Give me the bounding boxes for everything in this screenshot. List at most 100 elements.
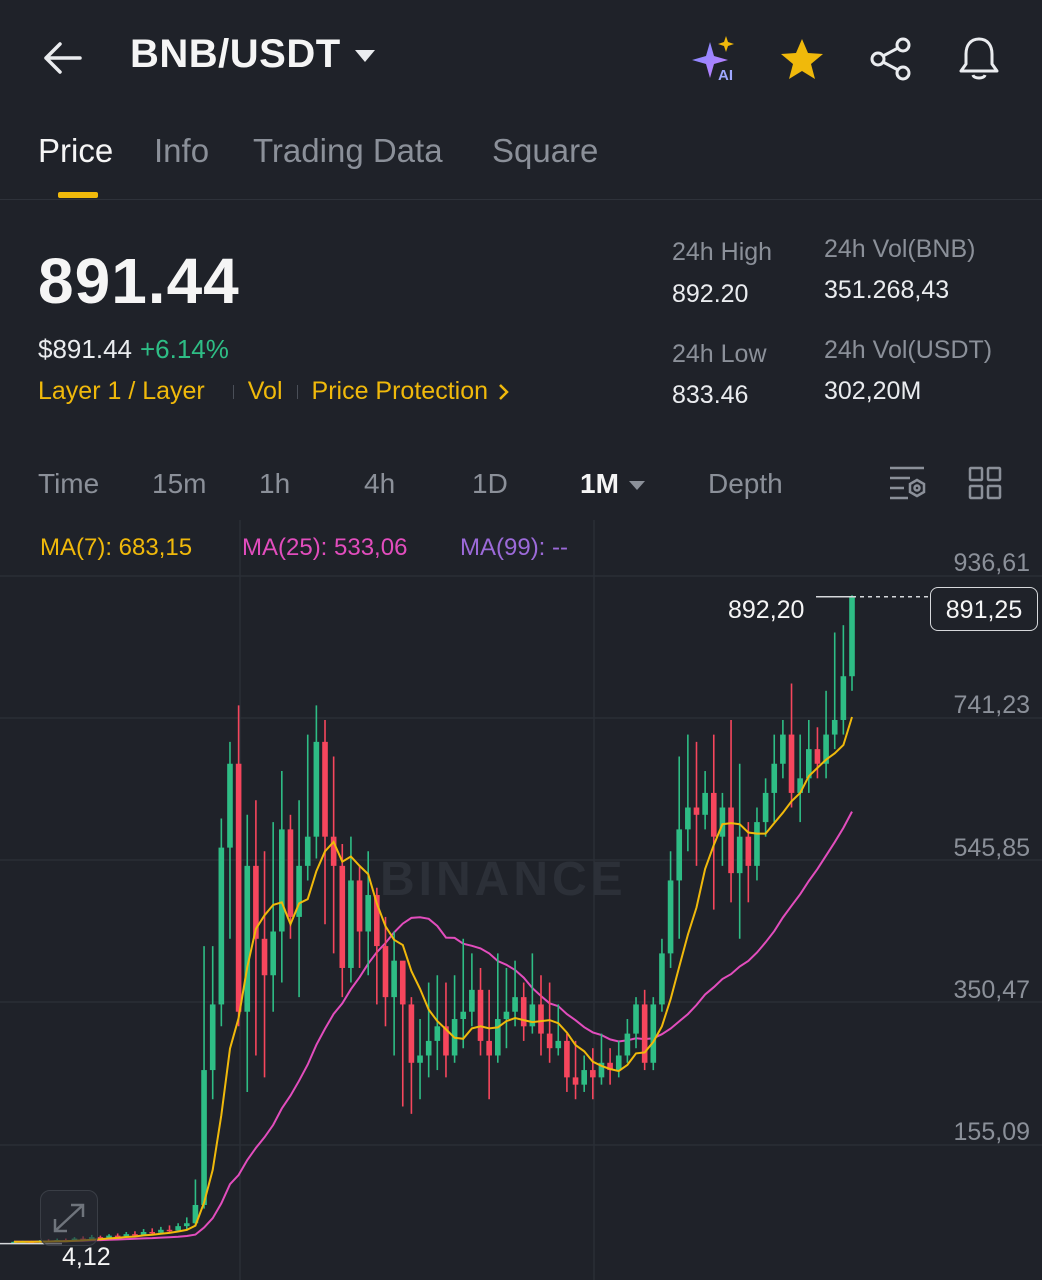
candle-body bbox=[365, 895, 372, 932]
tab-square[interactable]: Square bbox=[492, 132, 598, 170]
candle-body bbox=[641, 1004, 648, 1063]
stat-vol-usdt-value: 302,20M bbox=[824, 377, 922, 405]
candle-body bbox=[754, 822, 760, 866]
high-price-marker: 892,20 bbox=[728, 596, 805, 624]
candle-body bbox=[486, 1040, 492, 1056]
share-icon[interactable] bbox=[868, 36, 914, 82]
candle-body bbox=[840, 676, 847, 720]
candle-body bbox=[572, 1077, 579, 1085]
candle-body bbox=[166, 1229, 173, 1232]
candle-body bbox=[710, 792, 717, 837]
stat-high-value: 892.20 bbox=[672, 280, 749, 308]
tab-trading-data[interactable]: Trading Data bbox=[253, 132, 443, 170]
pair-selector[interactable]: BNB/USDT bbox=[130, 32, 375, 77]
interval-1m: 1M bbox=[580, 468, 619, 499]
candle-body bbox=[227, 763, 233, 848]
y-axis-label: 350,47 bbox=[953, 976, 1030, 1004]
candle-body bbox=[728, 807, 734, 874]
candle-body bbox=[503, 1011, 510, 1020]
candle-body bbox=[520, 997, 527, 1027]
candle-body bbox=[702, 792, 708, 815]
interval-time[interactable]: Time bbox=[38, 468, 99, 500]
candle-body bbox=[417, 1055, 423, 1063]
candle-body bbox=[279, 829, 285, 932]
interval-1h[interactable]: 1h bbox=[259, 468, 290, 500]
candle-body bbox=[676, 829, 683, 881]
candle-body bbox=[849, 596, 855, 677]
candle-body bbox=[460, 1011, 467, 1020]
candle-body bbox=[745, 836, 752, 866]
ma7-legend: MA(7): 683,15 bbox=[40, 534, 193, 561]
candle-body bbox=[408, 1004, 415, 1063]
stat-low-value: 833.46 bbox=[672, 381, 749, 409]
back-arrow-icon[interactable] bbox=[40, 38, 84, 78]
candle-body bbox=[158, 1229, 164, 1233]
watermark-logo: BINANCE bbox=[380, 853, 627, 906]
candle-body bbox=[399, 960, 406, 1005]
last-price-tag[interactable]: 891,25 bbox=[930, 587, 1038, 631]
stat-vol-usdt-label: 24h Vol(USDT) bbox=[824, 336, 993, 364]
candle-body bbox=[469, 989, 475, 1012]
interval-1d[interactable]: 1D bbox=[472, 468, 508, 500]
ai-sparkle-icon[interactable]: AI bbox=[688, 34, 742, 84]
tag-price-protection[interactable]: Price Protection bbox=[312, 377, 488, 405]
tab-price[interactable]: Price bbox=[38, 132, 113, 170]
tag-divider bbox=[296, 385, 298, 400]
chevron-down-icon bbox=[354, 50, 375, 63]
bell-icon[interactable] bbox=[956, 34, 1002, 82]
candle-body bbox=[494, 1019, 501, 1056]
stat-high-label: 24h High bbox=[672, 238, 773, 266]
tag-vol[interactable]: Vol bbox=[248, 377, 283, 405]
last-price: 891.44 bbox=[38, 245, 240, 317]
candle-body bbox=[581, 1070, 587, 1085]
candle-body bbox=[356, 880, 363, 932]
stat-vol-bnb-value: 351.268,43 bbox=[824, 276, 950, 304]
candle-body bbox=[633, 1004, 639, 1034]
candle-body bbox=[564, 1040, 570, 1078]
candle-body bbox=[546, 1033, 553, 1049]
candle-body bbox=[201, 1070, 207, 1206]
candle-body bbox=[831, 719, 838, 735]
y-axis-label: 741,23 bbox=[953, 691, 1030, 719]
candle-body bbox=[555, 1040, 562, 1049]
active-tab-indicator bbox=[58, 192, 98, 198]
candle-body bbox=[477, 989, 484, 1041]
candle-body bbox=[693, 807, 700, 815]
usd-price-row: $891.44 +6.14% bbox=[38, 334, 229, 365]
low-price-marker: 4,12 bbox=[62, 1243, 111, 1271]
layout-grid-icon[interactable] bbox=[968, 466, 1002, 500]
favorite-star-icon[interactable] bbox=[778, 36, 826, 82]
interval-4h[interactable]: 4h bbox=[364, 468, 395, 500]
y-axis-label: 545,85 bbox=[953, 834, 1030, 862]
stat-low-label: 24h Low bbox=[672, 340, 767, 368]
interval-depth[interactable]: Depth bbox=[708, 468, 783, 500]
fullscreen-button[interactable] bbox=[40, 1190, 98, 1246]
chevron-right-icon bbox=[498, 383, 510, 401]
candle-body bbox=[771, 763, 778, 793]
candle-body bbox=[512, 997, 518, 1012]
tag-category[interactable]: Layer 1 / Layer bbox=[38, 377, 205, 405]
candle-body bbox=[615, 1055, 622, 1071]
y-axis-label: 936,61 bbox=[953, 549, 1030, 577]
usd-price: $891.44 bbox=[38, 334, 132, 364]
tag-divider bbox=[232, 385, 234, 400]
candle-body bbox=[322, 741, 328, 837]
y-axis-label: 155,09 bbox=[953, 1118, 1030, 1146]
candle-body bbox=[650, 1004, 657, 1063]
candle-body bbox=[175, 1226, 181, 1231]
ai-badge: AI bbox=[718, 67, 733, 84]
interval-15m[interactable]: 15m bbox=[152, 468, 206, 500]
candle-body bbox=[685, 807, 691, 830]
ma99-legend: MA(99): -- bbox=[460, 534, 568, 561]
tab-info[interactable]: Info bbox=[154, 132, 209, 170]
candle-body bbox=[235, 763, 242, 1012]
candle-body bbox=[434, 1026, 441, 1041]
interval-1m-dropdown[interactable]: 1M bbox=[580, 468, 645, 500]
candle-body bbox=[538, 1004, 544, 1034]
header-divider bbox=[0, 199, 1042, 200]
expand-icon bbox=[53, 1203, 85, 1233]
candle-body bbox=[762, 792, 769, 823]
indicator-settings-icon[interactable] bbox=[888, 464, 928, 502]
change-percent: +6.14% bbox=[139, 334, 229, 364]
price-chart[interactable]: BINANCE bbox=[0, 520, 1042, 1280]
